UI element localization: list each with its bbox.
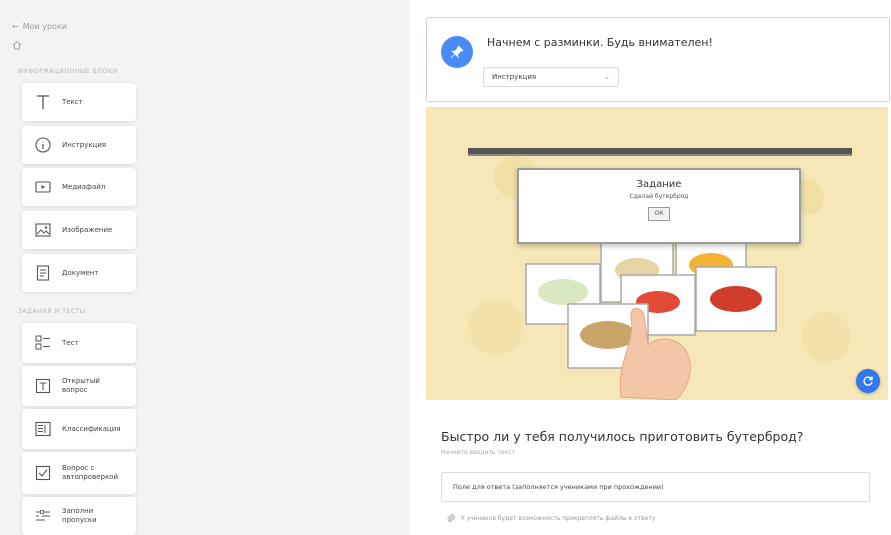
- sandwich-game-illustration: [426, 107, 888, 400]
- block-type-select[interactable]: Инструкция ⌄: [483, 67, 619, 87]
- block-autocheck-label: Вопрос с автопроверкой: [62, 464, 119, 481]
- open-question-icon: [32, 375, 54, 397]
- home-icon[interactable]: [12, 40, 22, 50]
- attach-note-text: У учеников будет возможность прикреплять…: [461, 515, 656, 522]
- task-dialog-ok-button[interactable]: ОК: [648, 207, 670, 221]
- question-hint: Начните вводить текст: [441, 449, 515, 456]
- block-instruction-label: Инструкция: [62, 140, 107, 149]
- block-classification-label: Классификация: [62, 424, 121, 433]
- refresh-icon: [863, 376, 873, 386]
- instruction-card[interactable]: Начнем с разминки. Будь внимателен!: [426, 17, 890, 102]
- autocheck-icon: [32, 462, 54, 484]
- task-dialog-subtitle: Сделай бутерброд: [629, 193, 689, 200]
- block-document[interactable]: Документ: [22, 254, 136, 292]
- block-palette: ← Мои уроки информационные блоки Текст И…: [0, 0, 410, 535]
- answer-placeholder: Поле для ответа (заполняется учениками п…: [453, 483, 664, 491]
- block-text[interactable]: Текст: [22, 83, 136, 121]
- section-title-tasks: задания и тесты: [18, 308, 86, 315]
- block-media-label: Медиафайл: [62, 182, 106, 191]
- info-icon: [32, 134, 54, 156]
- instruction-badge: [441, 36, 473, 68]
- media-action-button[interactable]: [856, 369, 880, 393]
- attach-note: У учеников будет возможность прикреплять…: [446, 514, 655, 523]
- block-type-value: Инструкция: [492, 73, 537, 81]
- document-icon: [32, 262, 54, 284]
- task-dialog: Задание Сделай бутерброд ОК: [517, 168, 801, 244]
- section-title-info: информационные блоки: [18, 68, 118, 75]
- text-icon: [32, 91, 54, 113]
- arrow-left-icon: ←: [12, 22, 19, 31]
- question-text[interactable]: Быстро ли у тебя получилось приготовить …: [441, 429, 803, 444]
- block-classification[interactable]: Классификация: [22, 409, 136, 449]
- image-icon: [32, 219, 54, 241]
- classification-icon: [32, 418, 54, 440]
- block-open-question[interactable]: Открытый вопрос: [22, 366, 136, 406]
- block-image[interactable]: Изображение: [22, 211, 136, 249]
- block-media[interactable]: Медиафайл: [22, 168, 136, 206]
- block-fill-gaps-label: Заполни пропуски: [62, 507, 97, 524]
- media-file-icon: [32, 176, 54, 198]
- block-text-label: Текст: [62, 97, 83, 106]
- block-test[interactable]: Тест: [22, 323, 136, 363]
- block-fill-gaps[interactable]: Заполни пропуски: [22, 497, 136, 535]
- block-autocheck-question[interactable]: Вопрос с автопроверкой: [22, 452, 136, 494]
- block-document-label: Документ: [62, 268, 99, 277]
- test-icon: [32, 332, 54, 354]
- back-link[interactable]: ← Мои уроки: [12, 22, 67, 31]
- back-link-label: Мои уроки: [22, 22, 67, 31]
- instruction-title[interactable]: Начнем с разминки. Будь внимателен!: [487, 36, 713, 49]
- block-test-label: Тест: [62, 338, 79, 347]
- chevron-down-icon: ⌄: [604, 73, 610, 81]
- media-preview[interactable]: Задание Сделай бутерброд ОК: [426, 107, 888, 400]
- block-image-label: Изображение: [62, 225, 113, 234]
- answer-field[interactable]: Поле для ответа (заполняется учениками п…: [441, 472, 870, 502]
- block-instruction[interactable]: Инструкция: [22, 126, 136, 164]
- paperclip-icon: [447, 514, 455, 523]
- task-dialog-title: Задание: [636, 179, 682, 190]
- fill-gaps-icon: [32, 505, 54, 527]
- pin-icon: [450, 45, 464, 59]
- block-open-question-label: Открытый вопрос: [62, 377, 100, 394]
